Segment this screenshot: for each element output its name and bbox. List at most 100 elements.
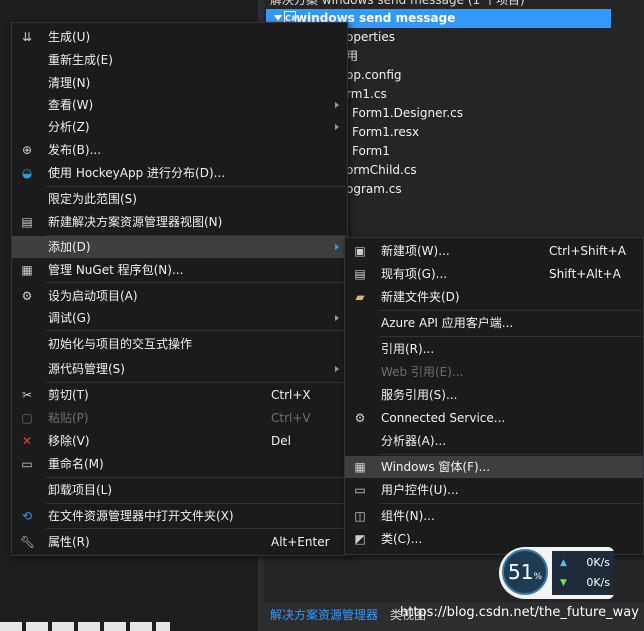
- connected-service-icon: ⚙: [354, 411, 366, 425]
- menu-item-hockeyapp[interactable]: ◒ 使用 HockeyApp 进行分布(D)...: [12, 162, 347, 184]
- menu-label: 重新生成(E): [48, 53, 113, 67]
- menu-label: 新建项(W)...: [381, 244, 450, 258]
- menu-label: 调试(G): [48, 311, 91, 325]
- menu-separator: [379, 336, 641, 337]
- submenu-item-windows-form[interactable]: ▦ Windows 窗体(F)...: [345, 456, 643, 478]
- menu-separator: [379, 310, 641, 311]
- menu-separator: [46, 503, 345, 504]
- tree-item-form1[interactable]: Form1: [352, 142, 390, 161]
- rename-icon: ▭: [21, 457, 33, 471]
- tree-item-form1-cs[interactable]: rm1.cs: [346, 85, 387, 104]
- percent-sign: %: [533, 572, 542, 582]
- shortcut-label: Ctrl+Shift+A: [549, 244, 626, 258]
- menu-label: 卸载项目(L): [48, 483, 113, 497]
- network-speed-panel: ▲ 0K/s ▼ 0K/s: [552, 551, 614, 595]
- upload-speed-value: 0K/s: [586, 556, 610, 569]
- menu-item-view[interactable]: 查看(W): [12, 94, 347, 116]
- menu-label: Windows 窗体(F)...: [381, 460, 491, 474]
- submenu-item-reference[interactable]: 引用(R)...: [345, 338, 643, 360]
- submenu-item-component[interactable]: ◫ 组件(N)...: [345, 505, 643, 527]
- tab-solution-explorer[interactable]: 解决方案资源管理器: [270, 606, 378, 623]
- menu-label: 现有项(G)...: [381, 267, 448, 281]
- menu-item-rebuild[interactable]: 重新生成(E): [12, 49, 347, 71]
- submenu-item-new-folder[interactable]: ▰ 新建文件夹(D): [345, 286, 643, 308]
- shortcut-label: Ctrl+V: [271, 411, 311, 425]
- tree-item-form1-resx[interactable]: Form1.resx: [352, 123, 419, 142]
- remove-icon: ✕: [21, 434, 33, 448]
- new-item-icon: ▣: [354, 244, 366, 258]
- menu-label: 发布(B)...: [48, 143, 102, 157]
- new-folder-icon: ▰: [355, 290, 365, 304]
- submenu-arrow-icon: [335, 102, 339, 108]
- menu-separator: [46, 330, 345, 331]
- submenu-item-existing-item[interactable]: ▤ 现有项(G)... Shift+Alt+A: [345, 263, 643, 285]
- tree-item-app-config[interactable]: op.config: [346, 66, 402, 85]
- menu-item-manage-nuget[interactable]: ▦ 管理 NuGet 程序包(N)...: [12, 259, 347, 281]
- menu-separator: [46, 528, 345, 529]
- menu-separator: [46, 382, 345, 383]
- menu-item-remove[interactable]: ✕ 移除(V) Del: [12, 430, 347, 452]
- menu-label: 新建文件夹(D): [381, 290, 460, 304]
- submenu-item-new-item[interactable]: ▣ 新建项(W)... Ctrl+Shift+A: [345, 240, 643, 262]
- menu-item-cut[interactable]: ✂ 剪切(T) Ctrl+X: [12, 384, 347, 406]
- submenu-item-service-reference[interactable]: 服务引用(S)...: [345, 384, 643, 406]
- nuget-icon: ▦: [21, 263, 33, 277]
- menu-item-scope-to-this[interactable]: 限定为此范围(S): [12, 188, 347, 210]
- menu-item-rename[interactable]: ▭ 重命名(M): [12, 453, 347, 475]
- menu-label: 属性(R): [48, 535, 90, 549]
- menu-label: 服务引用(S)...: [381, 388, 458, 402]
- menu-item-unload-project[interactable]: 卸载项目(L): [12, 479, 347, 501]
- cpu-usage-gauge: 51%: [502, 549, 548, 595]
- submenu-arrow-icon: [335, 124, 339, 130]
- menu-label: 重命名(M): [48, 457, 104, 471]
- menu-item-interactive-init[interactable]: 初始化与项目的交互式操作: [12, 333, 347, 355]
- existing-item-icon: ▤: [354, 267, 366, 281]
- download-speed-value: 0K/s: [586, 576, 610, 589]
- menu-item-source-control[interactable]: 源代码管理(S): [12, 358, 347, 380]
- menu-item-add[interactable]: 添加(D): [12, 236, 347, 258]
- submenu-item-analyzer[interactable]: 分析器(A)...: [345, 430, 643, 452]
- hockeyapp-icon: ◒: [21, 166, 33, 180]
- menu-item-open-in-explorer[interactable]: ⟲ 在文件资源管理器中打开文件夹(X): [12, 505, 347, 527]
- shortcut-label: Shift+Alt+A: [549, 267, 621, 281]
- watermark-url: https://blog.csdn.net/the_future_way: [400, 605, 639, 620]
- menu-item-debug[interactable]: 调试(G): [12, 307, 347, 329]
- globe-icon: ⊕: [21, 143, 33, 157]
- tree-item-properties[interactable]: operties: [346, 28, 395, 47]
- menu-label: 引用(R)...: [381, 342, 435, 356]
- submenu-item-azure-api[interactable]: Azure API 应用客户端...: [345, 312, 643, 334]
- build-icon: ⇊: [21, 30, 33, 44]
- menu-item-set-startup[interactable]: ⚙ 设为启动项目(A): [12, 285, 347, 307]
- menu-item-clean[interactable]: 清理(N): [12, 72, 347, 94]
- submenu-item-user-control[interactable]: ▭ 用户控件(U)...: [345, 479, 643, 501]
- menu-label: Azure API 应用客户端...: [381, 316, 514, 330]
- menu-item-analyze[interactable]: 分析(Z): [12, 116, 347, 138]
- cpu-percent-value: 51: [507, 560, 534, 584]
- menu-item-build[interactable]: ⇊ 生成(U): [12, 26, 347, 48]
- tree-item-form1-designer[interactable]: Form1.Designer.cs: [352, 104, 463, 123]
- shortcut-label: Ctrl+X: [271, 388, 311, 402]
- menu-label: 新建解决方案资源管理器视图(N): [48, 215, 223, 229]
- menu-label: 分析(Z): [48, 120, 90, 134]
- menu-label: 清理(N): [48, 76, 91, 90]
- menu-item-properties[interactable]: 🔧︎ 属性(R) Alt+Enter: [12, 531, 347, 553]
- download-speed-row: ▼ 0K/s: [552, 573, 614, 593]
- paste-icon: ▢: [21, 411, 33, 425]
- menu-separator: [379, 454, 641, 455]
- tree-item-formchild[interactable]: ormChild.cs: [346, 161, 417, 180]
- menu-label: 类(C)...: [381, 532, 423, 546]
- new-view-icon: ▤: [21, 215, 33, 229]
- submenu-item-connected-service[interactable]: ⚙ Connected Service...: [345, 407, 643, 429]
- menu-label: 使用 HockeyApp 进行分布(D)...: [48, 166, 226, 180]
- menu-label: 剪切(T): [48, 388, 89, 402]
- tree-item-program[interactable]: ogram.cs: [346, 180, 402, 199]
- submenu-arrow-icon: [335, 244, 339, 250]
- menu-item-publish[interactable]: ⊕ 发布(B)...: [12, 139, 347, 161]
- menu-item-new-explorer-view[interactable]: ▤ 新建解决方案资源管理器视图(N): [12, 211, 347, 233]
- menu-label: 生成(U): [48, 30, 91, 44]
- menu-label: 限定为此范围(S): [48, 192, 137, 206]
- download-arrow-icon: ▼: [560, 578, 567, 588]
- component-icon: ◫: [354, 509, 366, 523]
- expand-arrow-icon[interactable]: [274, 15, 282, 21]
- menu-label: 添加(D): [48, 240, 91, 254]
